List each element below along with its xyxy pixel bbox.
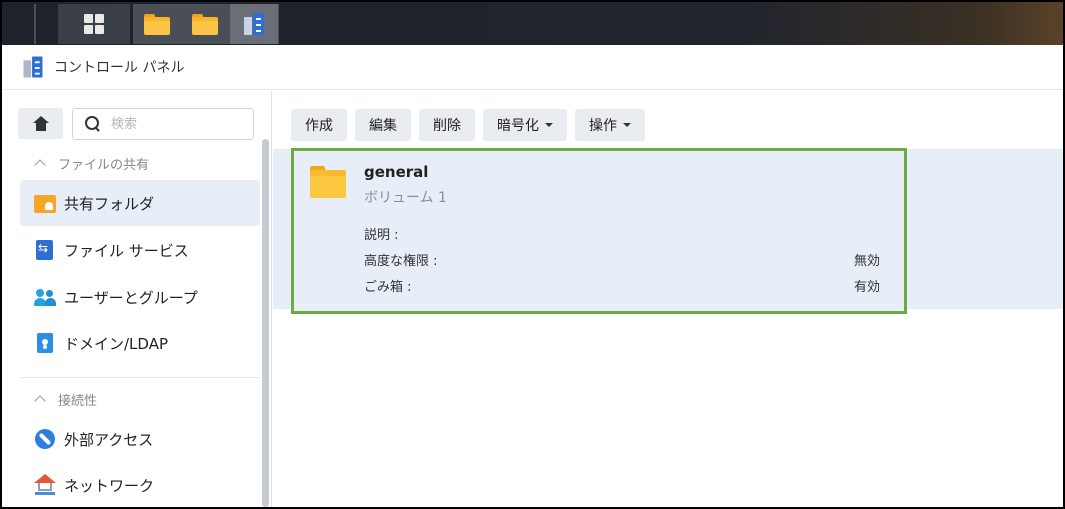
toolbar: 作成 編集 削除 暗号化 操作 (291, 109, 653, 141)
main-panel: 作成 編集 削除 暗号化 操作 general ボリューム 1 説明 : 高度な… (273, 91, 1063, 507)
description-label: 説明 : (364, 228, 399, 243)
window-title-bar: コントロール パネル (2, 45, 1063, 90)
control-panel-icon (243, 11, 265, 37)
chevron-up-icon (34, 159, 46, 171)
section-header-file-sharing[interactable]: ファイルの共有 (34, 153, 149, 173)
delete-button[interactable]: 削除 (419, 109, 475, 141)
folder-icon (192, 13, 218, 35)
search-icon (85, 116, 101, 132)
sidebar-item-external-access[interactable]: 外部アクセス (20, 416, 260, 462)
folder-advanced-permission-row: 高度な権限 : 無効 (364, 250, 880, 269)
network-icon (34, 474, 56, 496)
caret-down-icon (623, 123, 631, 127)
taskbar-file-station-1[interactable] (133, 4, 181, 44)
folder-volume: ボリューム 1 (364, 190, 447, 206)
main-menu-button[interactable] (58, 4, 130, 44)
folder-icon (144, 13, 170, 35)
search-box[interactable] (72, 108, 254, 140)
user-group-icon (34, 286, 56, 308)
sidebar-scrollbar[interactable] (262, 139, 270, 507)
search-input[interactable] (111, 112, 241, 136)
taskbar-control-panel[interactable] (230, 4, 278, 44)
sidebar-divider (20, 377, 260, 378)
sidebar-item-user-group[interactable]: ユーザーとグループ (20, 274, 260, 320)
folder-icon (310, 166, 346, 198)
window-title: コントロール パネル (54, 60, 185, 76)
home-button[interactable] (18, 108, 63, 139)
recycle-bin-value: 有効 (853, 280, 880, 295)
sidebar-item-shared-folder[interactable]: 共有フォルダ (20, 180, 260, 226)
sidebar-item-file-services[interactable]: ファイル サービス (20, 227, 260, 273)
caret-down-icon (545, 123, 553, 127)
create-button[interactable]: 作成 (291, 109, 347, 141)
taskbar (2, 2, 1063, 45)
chevron-up-icon (34, 395, 46, 407)
domain-ldap-icon (34, 332, 56, 354)
advanced-permission-label: 高度な権限 : (364, 254, 438, 269)
control-panel-icon (23, 55, 44, 80)
sidebar-item-network[interactable]: ネットワーク (20, 462, 260, 507)
main-menu-icon (84, 14, 104, 34)
external-access-icon (34, 428, 56, 450)
section-header-connectivity[interactable]: 接続性 (34, 389, 97, 409)
home-icon (32, 116, 49, 131)
screen: コントロール パネル ファイルの共有 共有フォルダ ファイル サービス ユーザー… (2, 2, 1063, 507)
recycle-bin-label: ごみ箱 : (364, 280, 412, 295)
taskbar-divider (34, 4, 36, 44)
folder-description-row: 説明 : (364, 224, 880, 243)
sidebar: ファイルの共有 共有フォルダ ファイル サービス ユーザーとグループ ドメイン/… (2, 91, 272, 507)
folder-name: general (364, 163, 429, 181)
sidebar-item-domain-ldap[interactable]: ドメイン/LDAP (20, 320, 260, 366)
folder-recycle-bin-row: ごみ箱 : 有効 (364, 276, 880, 295)
file-services-icon (34, 239, 56, 261)
advanced-permission-value: 無効 (853, 254, 880, 269)
encrypt-dropdown-button[interactable]: 暗号化 (483, 109, 567, 141)
edit-button[interactable]: 編集 (355, 109, 411, 141)
action-dropdown-button[interactable]: 操作 (575, 109, 645, 141)
taskbar-file-station-2[interactable] (181, 4, 229, 44)
sidebar-scrollbar-thumb[interactable] (262, 139, 269, 507)
shared-folder-card[interactable]: general ボリューム 1 説明 : 高度な権限 : 無効 ごみ箱 : 有効 (291, 148, 907, 314)
shared-folder-icon (34, 192, 56, 214)
